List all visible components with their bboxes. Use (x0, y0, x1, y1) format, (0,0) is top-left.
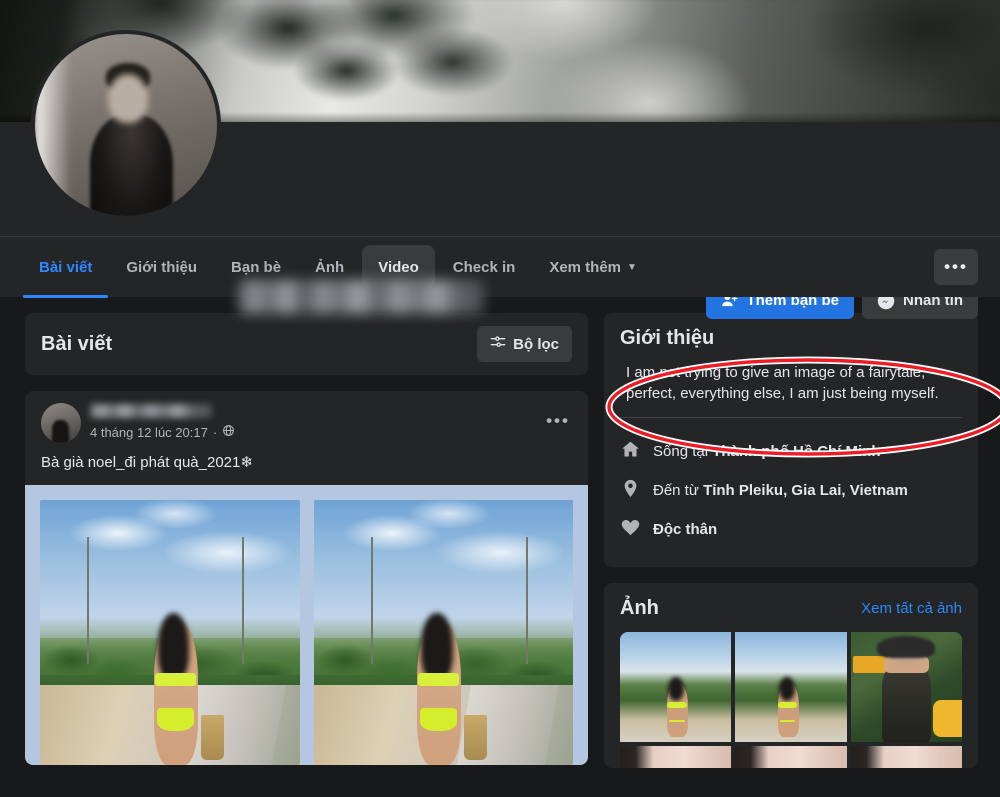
photo2-person-hair (421, 613, 453, 682)
map-pin-icon (620, 478, 641, 503)
see-all-photos-link[interactable]: Xem tất cả ảnh (861, 600, 962, 617)
tab-videos-label: Video (378, 259, 419, 276)
post-card: 4 tháng 12 lúc 20:17 · (25, 391, 588, 765)
tab-see-more-label: Xem thêm (549, 259, 621, 276)
profile-header: Thêm bạn bè Nhắn tin (0, 122, 1000, 236)
tab-about[interactable]: Giới thiệu (110, 245, 213, 289)
avatar-highlight (35, 34, 71, 216)
post-author-name-redacted[interactable] (90, 404, 212, 418)
photo-thumbnail-3[interactable] (851, 632, 962, 742)
photo2-lamp-post-a (371, 537, 373, 664)
post-separator: · (213, 425, 217, 440)
heart-icon (620, 517, 641, 542)
post-text: Bà già noel_đi phát quà_2021❄ (25, 443, 588, 485)
photos-header: Ảnh Xem tất cả ảnh (620, 597, 962, 620)
thumb3-dress (882, 665, 931, 742)
photo1-person (154, 622, 198, 765)
thumb3-hat (877, 636, 935, 658)
post-timestamp[interactable]: 4 tháng 12 lúc 20:17 (90, 425, 208, 440)
thumb3-yellow-wall (853, 656, 886, 674)
photo-thumbnail-2[interactable] (735, 632, 846, 742)
post-timestamp-row: 4 tháng 12 lúc 20:17 · (90, 424, 235, 440)
post-photo-2[interactable] (314, 500, 574, 765)
from-text: Đến từ Tỉnh Pleiku, Gia Lai, Vietnam (653, 482, 908, 499)
photo1-person-bottom (157, 708, 194, 731)
thumb5-scene (735, 746, 846, 768)
lives-in-prefix: Sống tại (653, 443, 712, 460)
nav-more-label: ••• (944, 257, 968, 277)
intro-card: Giới thiệu I am not trying to give an im… (604, 313, 978, 567)
photos-card: Ảnh Xem tất cả ảnh (604, 583, 978, 768)
post-options-label: ••• (546, 411, 570, 431)
avatar-body (90, 114, 174, 216)
post-photo-1[interactable] (40, 500, 300, 765)
profile-nav: Bài viết Giới thiệu Bạn bè Ảnh Video Che… (0, 236, 1000, 297)
right-column: Giới thiệu I am not trying to give an im… (604, 313, 978, 768)
posts-header-card: Bài viết Bộ lọc (25, 313, 588, 375)
photo2-person-top (418, 673, 459, 686)
photo1-lamp-post-b (242, 537, 244, 664)
photo-thumbnail-6[interactable] (851, 746, 962, 768)
filter-label: Bộ lọc (513, 336, 559, 353)
photo1-person-hair (158, 613, 190, 682)
post-header: 4 tháng 12 lúc 20:17 · (25, 391, 588, 443)
tab-posts-label: Bài viết (39, 259, 92, 276)
info-row-relationship: Độc thân (620, 510, 962, 549)
nav-more-button[interactable]: ••• (934, 249, 978, 285)
globe-icon[interactable] (222, 424, 235, 440)
intro-title: Giới thiệu (620, 327, 714, 350)
thumb6-scene (851, 746, 962, 768)
home-icon (620, 439, 641, 464)
from-value[interactable]: Tỉnh Pleiku, Gia Lai, Vietnam (703, 482, 908, 499)
thumb2-person (778, 684, 799, 737)
avatar-image (35, 34, 217, 216)
photo-thumbnail-1[interactable] (620, 632, 731, 742)
photo2-bag (464, 715, 487, 760)
tab-about-label: Giới thiệu (126, 259, 197, 276)
thumb4-scene (620, 746, 731, 768)
photo1-bag (201, 715, 224, 760)
tab-checkin-label: Check in (453, 259, 516, 276)
post-author-avatar[interactable] (41, 403, 81, 443)
photo2-lamp-post-b (526, 537, 528, 664)
tab-posts[interactable]: Bài viết (23, 245, 108, 289)
intro-divider (620, 417, 962, 418)
photo1-lamp-post-a (87, 537, 89, 664)
intro-header: Giới thiệu (620, 327, 962, 350)
thumb3-scene (851, 632, 962, 742)
profile-content: Bài viết Bộ lọc (0, 297, 1000, 768)
post-options-button[interactable]: ••• (542, 405, 574, 437)
photo-thumbnail-5[interactable] (735, 746, 846, 768)
lives-in-text: Sống tại Thành phố Hồ Chí Minh (653, 443, 881, 460)
photo2-person-bottom (420, 708, 457, 731)
filter-button[interactable]: Bộ lọc (477, 326, 572, 362)
avatar-face-blur (108, 74, 148, 123)
tab-photos-label: Ảnh (315, 259, 344, 276)
post-meta: 4 tháng 12 lúc 20:17 · (90, 403, 235, 440)
bio-text: I am not trying to give an image of a fa… (620, 362, 962, 417)
photo2-person (417, 622, 461, 765)
facebook-profile-page: Thêm bạn bè Nhắn tin Bài viết Giới thiệu (0, 0, 1000, 797)
filter-sliders-icon (490, 334, 506, 354)
relationship-value: Độc thân (653, 521, 717, 538)
relationship-text: Độc thân (653, 521, 717, 538)
thumb3-yellow-bench (933, 700, 962, 737)
avatar[interactable] (31, 30, 221, 220)
left-column: Bài viết Bộ lọc (25, 313, 588, 768)
photo-grid (620, 632, 962, 768)
thumb1-person (667, 684, 688, 737)
info-row-from: Đến từ Tỉnh Pleiku, Gia Lai, Vietnam (620, 471, 962, 510)
tab-friends-label: Bạn bè (231, 259, 281, 276)
photo-thumbnail-4[interactable] (620, 746, 731, 768)
tab-see-more[interactable]: Xem thêm ▼ (533, 245, 653, 289)
chevron-down-icon: ▼ (627, 263, 637, 273)
info-row-lives-in: Sống tại Thành phố Hồ Chí Minh (620, 432, 962, 471)
post-media-grid (25, 485, 588, 765)
lives-in-value[interactable]: Thành phố Hồ Chí Minh (712, 443, 880, 460)
photos-title: Ảnh (620, 597, 659, 620)
from-prefix: Đến từ (653, 482, 703, 499)
posts-title: Bài viết (41, 333, 112, 356)
profile-name-redacted (238, 280, 484, 314)
photo1-person-top (155, 673, 196, 686)
